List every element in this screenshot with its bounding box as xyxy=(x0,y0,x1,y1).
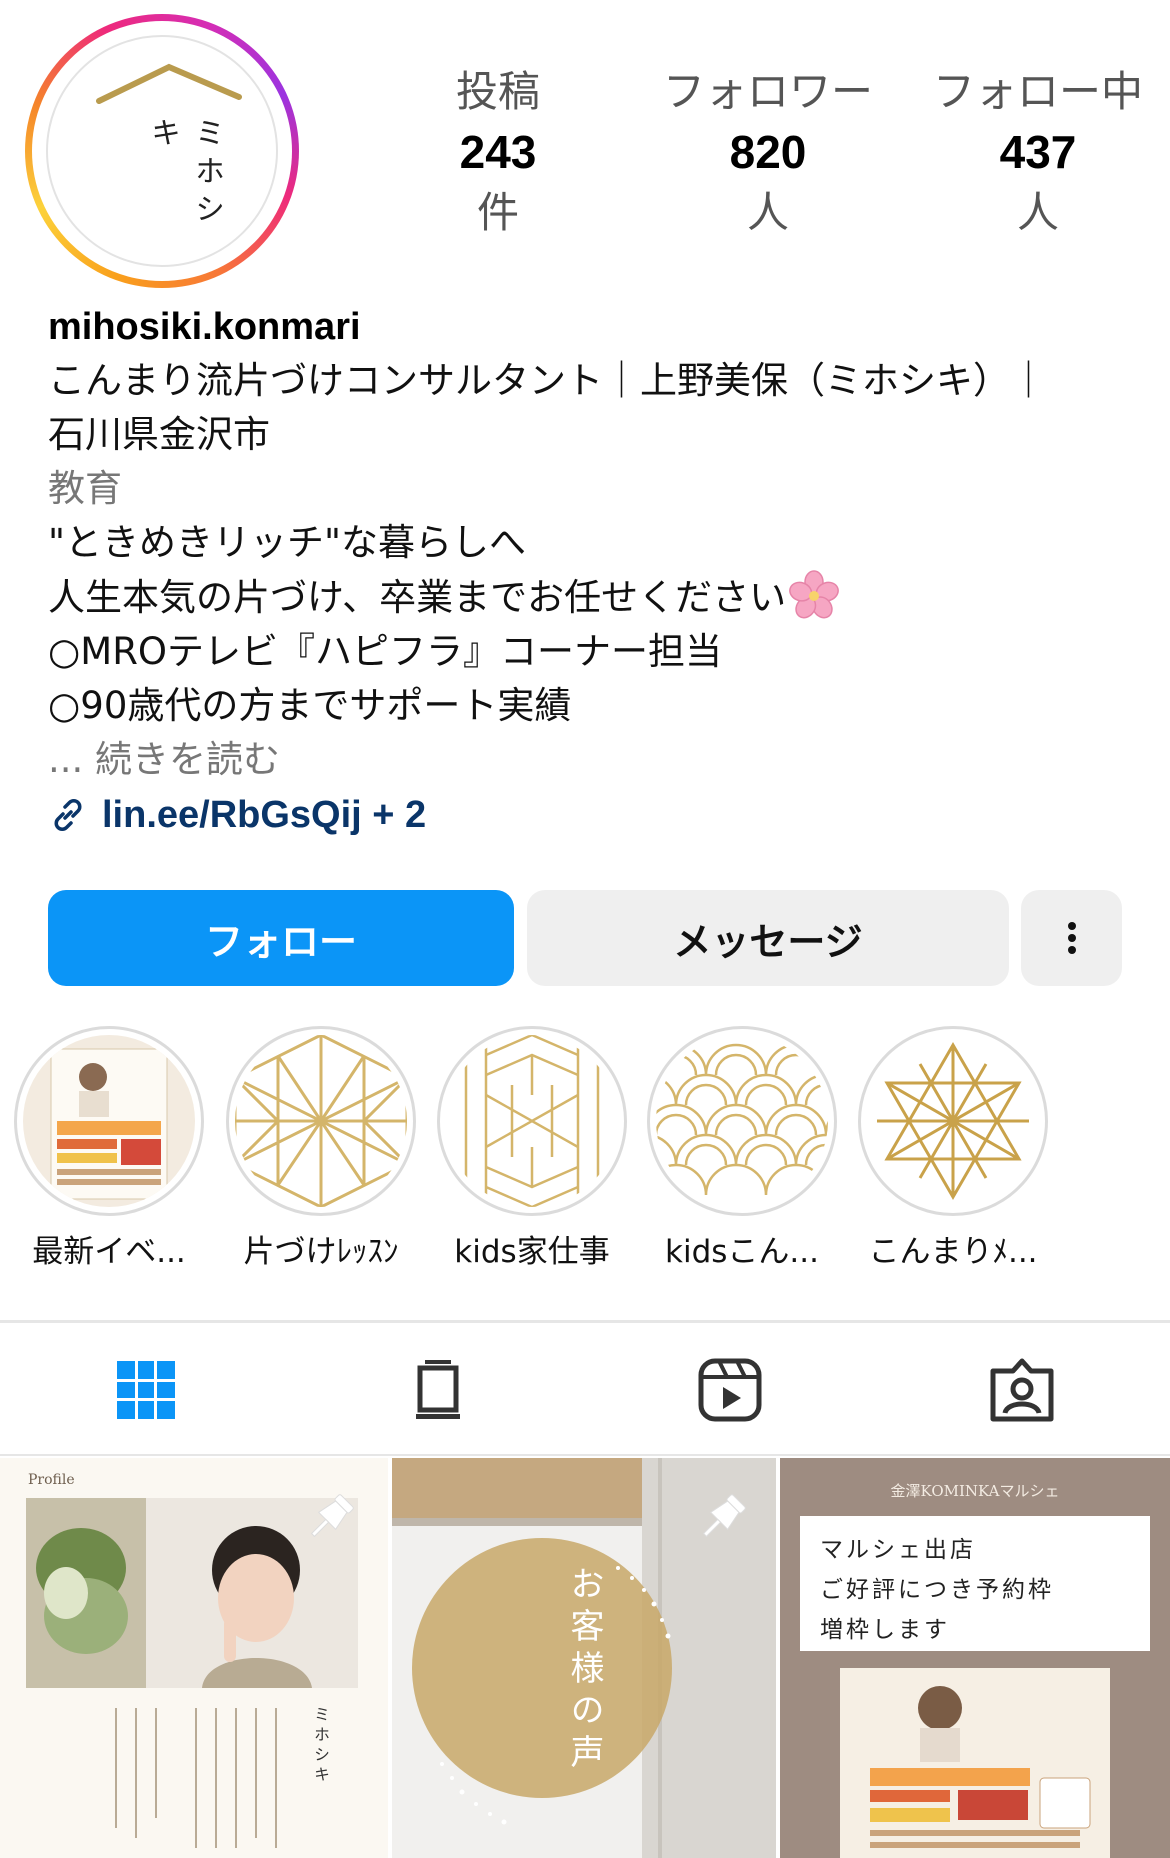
post-text-card: マルシェ出店 ご好評につき予約枠 増枠します xyxy=(800,1516,1150,1651)
follow-button[interactable]: フォロー xyxy=(48,890,514,986)
bio-line-with-emoji: 人生本気の片づけ、卒業までお任せください xyxy=(48,570,1138,625)
star-lattice-pattern-icon xyxy=(867,1035,1039,1207)
message-button[interactable]: メッセージ xyxy=(527,890,1009,986)
highlight-kids-konmari[interactable]: kidsこん... xyxy=(647,1026,837,1274)
pin-icon xyxy=(310,1494,354,1538)
profile-category: 教育 xyxy=(48,467,122,510)
profile-stats: 投稿 243 件 フォロワー 820 人 フォロー中 437 人 xyxy=(0,62,1170,242)
post-body-text-lines xyxy=(115,1708,277,1848)
tagged-icon xyxy=(990,1358,1054,1421)
tabs-underline xyxy=(0,1454,1170,1456)
bio-line: ○MROテレビ『ハピフラ』コーナー担当 xyxy=(48,630,723,673)
stat-posts[interactable]: 投稿 243 件 xyxy=(378,62,618,244)
lattice-pattern-icon xyxy=(446,1035,618,1207)
highlight-konmari-method[interactable]: こんまりﾒ... xyxy=(858,1026,1048,1274)
highlight-label: kidsこん... xyxy=(665,1234,819,1270)
highlight-label: kids家仕事 xyxy=(454,1234,610,1270)
link-icon xyxy=(54,799,82,831)
grid-icon xyxy=(117,1360,175,1419)
highlight-event-flyer xyxy=(23,1035,195,1207)
tab-feed[interactable] xyxy=(292,1323,584,1456)
read-more-link[interactable]: ... 続きを読む xyxy=(48,733,1138,787)
pin-icon xyxy=(702,1494,746,1538)
post-line: マルシェ出店 xyxy=(820,1537,976,1563)
highlight-ring xyxy=(14,1026,204,1216)
stat-posts-value: 243 xyxy=(459,126,537,178)
username: mihosiki.konmari xyxy=(48,306,361,348)
grid-post-profile[interactable]: Profile ミホシキ xyxy=(0,1458,388,1858)
highlight-label: 最新イベ... xyxy=(32,1234,186,1270)
highlight-lesson[interactable]: 片づけﾚｯｽﾝ xyxy=(226,1026,416,1274)
highlight-kids-chores[interactable]: kids家仕事 xyxy=(437,1026,627,1274)
stat-followers-label: フォロワー xyxy=(662,67,873,116)
highlight-ring xyxy=(858,1026,1048,1216)
post-flyer-image xyxy=(840,1668,1110,1858)
highlight-ring xyxy=(437,1026,627,1216)
stat-following-value: 437 xyxy=(999,126,1077,178)
tab-tagged[interactable] xyxy=(876,1323,1168,1456)
stat-followers[interactable]: フォロワー 820 人 xyxy=(648,62,888,244)
tab-posts-grid[interactable] xyxy=(0,1323,292,1456)
bio-line: "ときめきリッチ"な暮らしへ xyxy=(48,521,527,564)
bio-line: こんまり流片づけコンサルタント｜上野美保（ミホシキ）｜ xyxy=(48,359,1047,402)
more-vertical-icon xyxy=(1067,922,1076,954)
post-side-text: ミホシキ xyxy=(311,1706,330,1786)
cherry-blossom-icon xyxy=(789,570,840,619)
profile-link-text: lin.ee/RbGsQij + 2 xyxy=(102,793,427,836)
stat-following-label: フォロー中 xyxy=(932,67,1143,116)
profile-bio: mihosiki.konmari こんまり流片づけコンサルタント｜上野美保（ミホ… xyxy=(48,300,1138,843)
stat-posts-label: 投稿 xyxy=(455,67,540,116)
stat-followers-value: 820 xyxy=(729,126,807,178)
post-header: 金澤KOMINKAマルシェ xyxy=(890,1482,1060,1500)
reels-icon xyxy=(698,1358,762,1421)
post-line: ご好評につき予約枠 xyxy=(820,1577,1054,1603)
stat-following-unit: 人 xyxy=(1016,188,1059,237)
bio-line: 石川県金沢市 xyxy=(48,413,270,456)
post-line: 増枠します xyxy=(820,1617,950,1643)
feed-icon xyxy=(416,1359,460,1419)
tab-reels[interactable] xyxy=(584,1323,876,1456)
highlight-latest-event[interactable]: 最新イベ... xyxy=(14,1026,204,1274)
stat-posts-unit: 件 xyxy=(476,188,519,237)
highlight-label: こんまりﾒ... xyxy=(868,1234,1038,1270)
seigaiha-wave-pattern-icon xyxy=(656,1035,828,1207)
grid-post-marche[interactable]: 金澤KOMINKAマルシェ マルシェ出店 ご好評につき予約枠 増枠します xyxy=(780,1458,1170,1858)
bio-line-text: 人生本気の片づけ、卒業までお任せください xyxy=(48,576,787,619)
highlight-ring xyxy=(226,1026,416,1216)
post-corner-label: Profile xyxy=(28,1472,75,1488)
stat-followers-unit: 人 xyxy=(746,188,789,237)
bio-line: ○90歳代の方までサポート実績 xyxy=(48,684,572,727)
post-title: お客様の声 xyxy=(564,1566,604,1776)
more-options-button[interactable] xyxy=(1021,890,1122,986)
stat-following[interactable]: フォロー中 437 人 xyxy=(918,62,1158,244)
grid-post-customer-voice[interactable]: お客様の声 xyxy=(392,1458,776,1858)
highlight-ring xyxy=(647,1026,837,1216)
profile-link[interactable]: lin.ee/RbGsQij + 2 xyxy=(48,787,1138,843)
highlight-label: 片づけﾚｯｽﾝ xyxy=(243,1234,399,1270)
asanoha-pattern-icon xyxy=(235,1035,407,1207)
